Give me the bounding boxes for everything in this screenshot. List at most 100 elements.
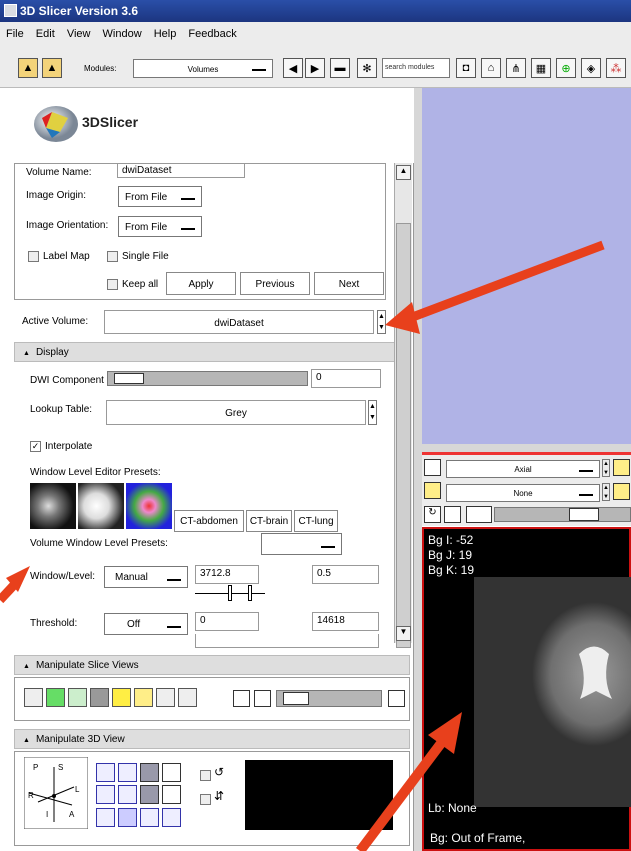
slice-orientation-select[interactable]: Axial [446,460,600,478]
label-icon[interactable] [90,688,109,707]
gear-icon[interactable]: ✻ [357,58,377,78]
image-origin-select[interactable]: From File [118,186,202,207]
manipulate-3d-view-header[interactable]: Manipulate 3D View [14,729,410,749]
ct-lung-button[interactable]: CT-lung [294,510,338,532]
threshold-mode-select[interactable]: Off [104,613,188,635]
fiducial-icon[interactable] [178,688,197,707]
slider-handle[interactable] [283,692,309,705]
preset-thumb-ct-abdomen[interactable] [30,483,76,529]
link-icon[interactable] [46,688,65,707]
view-option-checkbox-1[interactable] [200,770,211,781]
dwi-component-slider[interactable] [107,371,308,386]
image-orientation-select[interactable]: From File [118,216,202,237]
previous-button[interactable]: Previous [240,272,310,295]
slice-mode-icon[interactable] [254,690,271,707]
box-icon[interactable] [118,785,137,805]
label-layer-icon[interactable] [424,482,441,499]
threshold-low-input[interactable]: 0 [195,612,259,631]
view-splitter[interactable] [422,444,631,452]
globe-icon[interactable]: ⊕ [556,58,576,78]
stereo-icon[interactable] [162,807,181,827]
crosshair-icon[interactable] [134,688,153,707]
ct-abdomen-button[interactable]: CT-abdomen [174,510,244,532]
3d-view[interactable] [422,88,631,444]
slider-handle[interactable] [114,373,144,384]
dwi-component-input[interactable]: 0 [311,369,381,388]
binoculars-icon[interactable]: ◘ [456,58,476,78]
visibility-icon[interactable] [444,506,461,523]
slice-pin-icon[interactable] [424,459,441,476]
manipulate-slice-views-header[interactable]: Manipulate Slice Views [14,655,410,675]
zoom-out-icon[interactable] [162,785,181,805]
preset-thumb-ct-lung[interactable] [126,483,172,529]
scroll-thumb[interactable] [396,223,411,648]
eye-icon[interactable] [24,688,43,707]
scroll-up-icon[interactable]: ▲ [396,165,411,180]
forward-icon[interactable]: ▶ [305,58,325,78]
display-section-header[interactable]: Display [14,342,398,362]
layout-icon[interactable]: ▦ [531,58,551,78]
slider-handle[interactable] [569,508,599,521]
refresh-icon[interactable]: ↻ [424,506,441,523]
lookup-spinner-icon[interactable]: ▲ ▼ [368,400,377,425]
scroll-down-icon[interactable]: ▼ [396,626,411,641]
orientation-spinner-icon[interactable]: ▲ ▼ [602,459,610,477]
volume-name-input[interactable]: dwiDataset [117,163,245,178]
tree-icon[interactable]: ⋔ [506,58,526,78]
threshold-range-slider[interactable] [195,634,379,648]
grid-icon[interactable] [156,688,175,707]
center-icon[interactable] [118,763,137,782]
range-handle-right[interactable] [248,585,252,601]
label-map-checkbox[interactable] [28,251,39,262]
view-option-checkbox-2[interactable] [200,794,211,805]
camera-icon[interactable] [140,785,159,805]
active-volume-spinner-icon[interactable]: ▲ ▼ [377,310,386,334]
color-icon[interactable] [112,688,131,707]
orbit-icon[interactable]: ↺ [214,765,234,785]
move-icon[interactable]: ⇵ [214,789,234,809]
apply-button[interactable]: Apply [166,272,236,295]
load-data-icon[interactable]: ▲ [42,58,62,78]
fg-spinner-icon[interactable]: ▲ ▼ [602,483,610,501]
active-volume-select[interactable]: dwiDataset [104,310,374,334]
range-handle-left[interactable] [228,585,232,601]
threshold-high-input[interactable]: 14618 [312,612,379,631]
module-history-icon[interactable]: ▬ [330,58,350,78]
cube-icon[interactable]: ◈ [581,58,601,78]
slice-layout-icon[interactable] [233,690,250,707]
spin-icon[interactable] [96,785,115,805]
zoom-in-icon[interactable] [162,763,181,782]
menu-feedback[interactable]: Feedback [188,28,236,40]
grid-icon[interactable]: ⁂ [606,58,626,78]
menu-file[interactable]: File [6,28,24,40]
home-module-icon[interactable]: ▲ [18,58,38,78]
fg-icon[interactable] [68,688,87,707]
window-input[interactable]: 3712.8 [195,565,259,584]
menu-help[interactable]: Help [154,28,177,40]
field-of-view-icon[interactable] [388,690,405,707]
lookup-table-select[interactable]: Grey [106,400,366,425]
menu-window[interactable]: Window [103,28,142,40]
menu-edit[interactable]: Edit [36,28,55,40]
module-panel-scrollbar[interactable]: ▲ ▼ [394,163,412,648]
module-search-input[interactable]: search modules [382,58,450,78]
keep-all-checkbox[interactable] [107,279,118,290]
module-selector[interactable]: Volumes [133,59,273,78]
more-options-icon[interactable] [466,506,492,523]
window-level-mode-select[interactable]: Manual [104,566,188,588]
slice-opacity-slider[interactable] [276,690,382,707]
anchor-icon[interactable] [96,807,115,827]
rotate-icon[interactable] [96,763,115,782]
preset-thumb-ct-brain[interactable] [78,483,124,529]
slice-fg-select[interactable]: None [446,484,600,502]
snapshot-icon[interactable] [140,763,159,782]
panel-splitter[interactable] [414,88,422,851]
volume-wl-presets-select[interactable] [261,533,342,555]
pin-icon[interactable] [140,807,159,827]
next-button[interactable]: Next [314,272,384,295]
slice-view[interactable]: Bg I: -52 Bg J: 19 Bg K: 19 Lb: None Bg:… [422,527,631,851]
fg-layer-icon[interactable] [613,459,630,476]
single-file-checkbox[interactable] [107,251,118,262]
ct-brain-button[interactable]: CT-brain [246,510,292,532]
bg-layer-icon[interactable] [613,483,630,500]
